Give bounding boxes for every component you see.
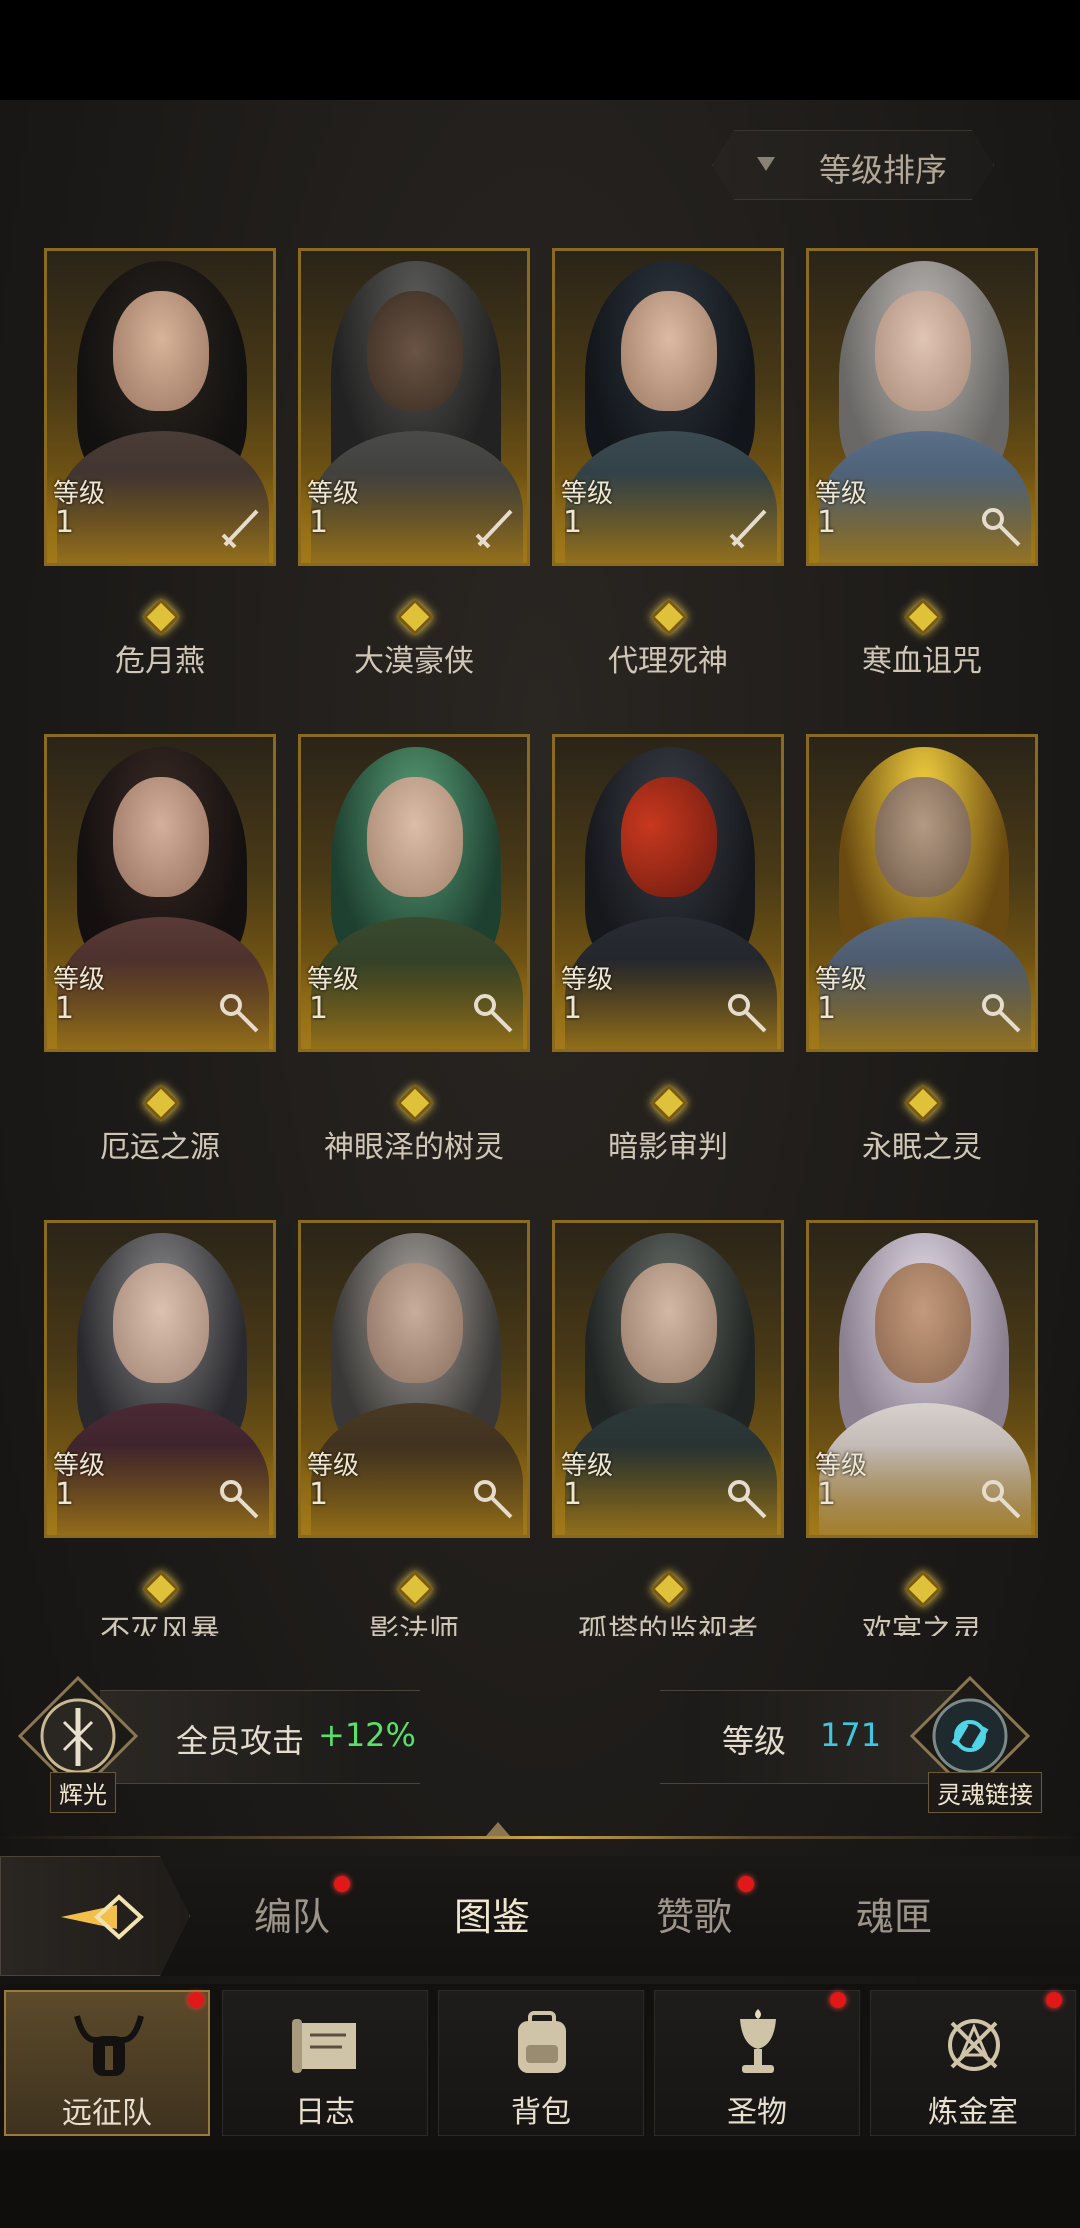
- nav-relics[interactable]: 圣物: [654, 1990, 860, 2136]
- hero-card[interactable]: 等级 1: [552, 248, 784, 566]
- nav-label: 远征队: [62, 2096, 152, 2131]
- radiance-label: 辉光: [50, 1772, 116, 1813]
- notification-dot: [188, 1992, 204, 2008]
- hero-name: 欢宴之灵: [862, 1614, 982, 1636]
- sword-icon: [729, 509, 767, 549]
- level-value: 1: [817, 1477, 837, 1512]
- hero-name: 大漠豪侠: [354, 644, 474, 679]
- staff-icon: [728, 1480, 767, 1519]
- notification-dot: [738, 1876, 754, 1892]
- hero-card[interactable]: 等级 1: [552, 734, 784, 1052]
- tab-formation[interactable]: 编队: [254, 1886, 330, 1941]
- level-value: 1: [817, 991, 837, 1026]
- soul-level-label: 等级: [722, 1722, 787, 1760]
- level-value: 1: [309, 1477, 329, 1512]
- tab-hymn[interactable]: 赞歌: [656, 1886, 732, 1941]
- level-value: 1: [55, 991, 75, 1026]
- chalice-icon: [740, 2009, 776, 2073]
- bonus-label: 全员攻击: [176, 1722, 305, 1760]
- staff-icon: [728, 994, 767, 1033]
- hero-card[interactable]: 等级 1: [806, 1220, 1038, 1538]
- hero-card[interactable]: 等级 1: [806, 734, 1038, 1052]
- staff-icon: [474, 1480, 513, 1519]
- level-value: 1: [563, 991, 583, 1026]
- staff-icon: [982, 508, 1021, 547]
- back-button[interactable]: [0, 1856, 190, 1976]
- level-value: 1: [563, 1477, 583, 1512]
- staff-icon: [982, 994, 1021, 1033]
- hero-card[interactable]: 等级 1: [298, 248, 530, 566]
- hero-name: 代理死神: [608, 644, 728, 679]
- nav-journal[interactable]: 日志: [222, 1990, 428, 2136]
- staff-icon: [220, 994, 259, 1033]
- hero-name: 危月燕: [115, 644, 205, 679]
- hero-name: 厄运之源: [100, 1130, 220, 1165]
- alchemy-icon: [948, 2019, 1000, 2071]
- divider-arrow-icon: [486, 1822, 510, 1836]
- hero-card[interactable]: 等级 1: [806, 248, 1038, 566]
- sword-icon: [221, 509, 259, 549]
- soul-link-label: 灵魂链接: [928, 1772, 1042, 1813]
- hero-name: 永眠之灵: [862, 1130, 982, 1165]
- hero-name: 寒血诅咒: [862, 644, 982, 679]
- nav-backpack[interactable]: 背包: [438, 1990, 644, 2136]
- level-value: 1: [563, 505, 583, 540]
- hero-card[interactable]: 等级 1: [44, 248, 276, 566]
- staff-icon: [220, 1480, 259, 1519]
- level-value: 1: [309, 991, 329, 1026]
- level-value: 1: [817, 505, 837, 540]
- notification-dot: [830, 1992, 846, 2008]
- nav-alchemy[interactable]: 炼金室: [870, 1990, 1076, 2136]
- sword-icon: [475, 509, 513, 549]
- tab-soul-box[interactable]: 魂匣: [856, 1886, 932, 1941]
- hero-card[interactable]: 等级 1: [552, 1220, 784, 1538]
- hero-name: 不灭风暴: [100, 1614, 220, 1636]
- section-divider: [0, 1836, 1080, 1839]
- hero-name: 孤塔的监视者: [578, 1614, 758, 1636]
- sort-label: 等级排序: [819, 151, 948, 189]
- hero-card[interactable]: 等级 1: [298, 1220, 530, 1538]
- hero-name: 神眼泽的树灵: [324, 1130, 504, 1165]
- nav-label: 背包: [511, 2095, 571, 2130]
- bottom-edge: [0, 2150, 1080, 2228]
- soul-level-value: 171: [820, 1716, 882, 1754]
- scroll-icon: [292, 2019, 356, 2073]
- hero-name: 影法师: [369, 1614, 459, 1636]
- tab-codex[interactable]: 图鉴: [454, 1886, 530, 1941]
- hero-card[interactable]: 等级 1: [44, 734, 276, 1052]
- nav-label: 炼金室: [928, 2095, 1018, 2130]
- staff-icon: [474, 994, 513, 1033]
- staff-icon: [982, 1480, 1021, 1519]
- notification-dot: [334, 1876, 350, 1892]
- dropdown-triangle-icon: [757, 157, 775, 171]
- screen: 等级排序 等级 1 等级 1 等级 1 等级 1 危月燕 大漠豪侠 代理死神 寒…: [0, 0, 1080, 2228]
- notification-dot: [1046, 1992, 1062, 2008]
- nav-label: 圣物: [727, 2095, 787, 2130]
- bonus-value: +12%: [318, 1716, 416, 1754]
- backpack-icon: [518, 2011, 566, 2073]
- hero-name: 暗影审判: [608, 1130, 728, 1165]
- level-value: 1: [309, 505, 329, 540]
- back-arrow-icon: [61, 1894, 144, 1940]
- nav-label: 日志: [295, 2095, 355, 2130]
- level-value: 1: [55, 1477, 75, 1512]
- level-value: 1: [55, 505, 75, 540]
- hero-card[interactable]: 等级 1: [44, 1220, 276, 1538]
- nav-expedition[interactable]: 远征队: [4, 1990, 210, 2136]
- sort-by-level-button[interactable]: 等级排序: [712, 130, 994, 200]
- horned-helmet-icon: [74, 2015, 144, 2076]
- hero-card[interactable]: 等级 1: [298, 734, 530, 1052]
